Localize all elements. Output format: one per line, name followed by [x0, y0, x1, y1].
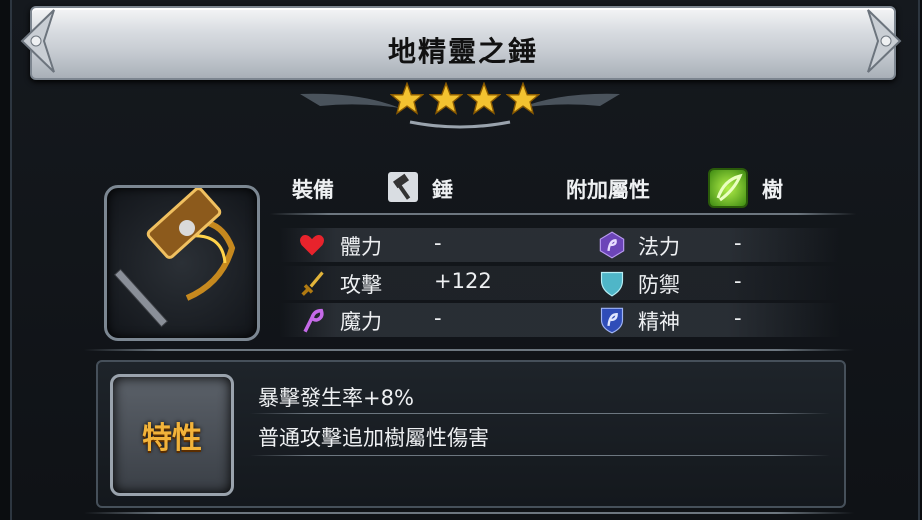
trait-line-divider	[250, 455, 830, 456]
star-icon	[505, 82, 540, 115]
stat-label-mana: 法力	[638, 235, 680, 259]
star-icon	[428, 82, 463, 115]
stats-divider	[84, 349, 854, 351]
stat-value-hp: -	[434, 231, 442, 255]
magic-staff-icon	[303, 308, 324, 333]
mana-hex-icon	[599, 231, 625, 259]
stat-label-defense: 防禦	[638, 273, 680, 297]
stat-value-spirit: -	[734, 306, 742, 330]
stat-label-attack: 攻擊	[340, 273, 382, 297]
hammer-icon	[113, 187, 236, 328]
spirit-shield-icon	[600, 307, 624, 334]
trait-badge: 特性	[110, 374, 234, 496]
stat-label-spirit: 精神	[638, 310, 680, 334]
tree-attribute-icon	[708, 168, 748, 208]
hammer-type-icon	[388, 172, 418, 202]
banner-left-ornament	[20, 9, 55, 73]
rarity-stars	[390, 82, 540, 120]
shield-icon	[600, 271, 624, 297]
trait-line: 暴擊發生率+8%	[258, 386, 414, 410]
stat-value-magic: -	[434, 306, 442, 330]
stat-value-attack: +122	[434, 269, 492, 293]
star-icon	[467, 82, 502, 115]
banner-right-ornament	[867, 9, 902, 73]
trait-line-divider	[250, 413, 830, 414]
equip-type: 錘	[432, 178, 453, 202]
stat-value-defense: -	[734, 269, 742, 293]
heart-icon	[300, 235, 324, 256]
star-icon	[390, 82, 424, 115]
info-divider	[270, 213, 856, 215]
item-portrait	[104, 185, 260, 341]
item-name: 地精靈之錘	[387, 35, 538, 68]
attribute-value: 樹	[762, 178, 783, 202]
stat-label-magic: 魔力	[340, 310, 382, 334]
stat-label-hp: 體力	[340, 235, 382, 259]
attribute-label: 附加屬性	[566, 178, 650, 202]
equip-label: 裝備	[292, 178, 334, 202]
bottom-divider	[84, 512, 854, 514]
trait-badge-label: 特性	[142, 421, 202, 456]
stat-value-mana: -	[734, 231, 742, 255]
trait-line: 普通攻擊追加樹屬性傷害	[258, 426, 489, 450]
title-banner: 地精靈之錘	[30, 6, 896, 80]
sword-icon	[301, 271, 324, 296]
